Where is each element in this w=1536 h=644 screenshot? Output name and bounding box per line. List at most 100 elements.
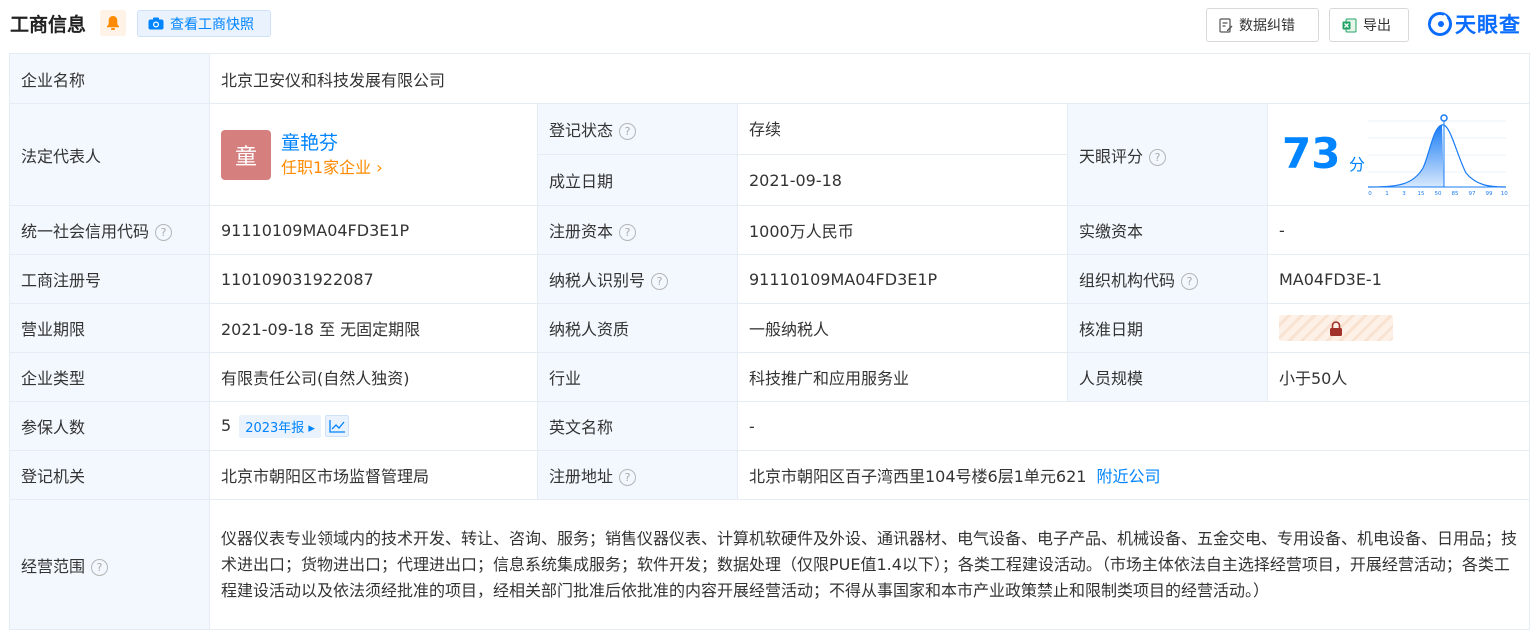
founded-value: 2021-09-18 (737, 154, 1068, 206)
help-icon[interactable]: ? (1181, 273, 1199, 290)
org-code-value: MA04FD3E-1 (1266, 254, 1531, 304)
company-type-label: 企业类型 (9, 352, 210, 402)
capital-label: 注册资本 (549, 222, 614, 241)
term-value: 2021-09-18 至 无固定期限 (209, 303, 538, 353)
score-tick-label: 50 (1435, 191, 1442, 197)
legal-rep-name[interactable]: 童艳芬 (281, 130, 383, 156)
status-label-cell: 登记状态? (537, 103, 738, 155)
table-row: 企业名称 北京卫安仪和科技发展有限公司 (9, 53, 1531, 104)
paid-capital-label: 实缴资本 (1067, 205, 1268, 255)
snapshot-label: 查看工商快照 (170, 16, 254, 33)
legal-rep-cell: 童 童艳芬 任职1家企业 › (209, 103, 538, 206)
org-code-label: 组织机构代码 (1079, 271, 1176, 290)
score-label-cell: 天眼评分? (1067, 103, 1268, 206)
table-row: 统一社会信用代码? 91110109MA04FD3E1P 注册资本? 1000万… (9, 205, 1531, 255)
scope-label-cell: 经营范围? (9, 499, 210, 630)
logo-eye-icon (1428, 12, 1452, 36)
insured-label: 参保人数 (9, 401, 210, 451)
legal-rep-positions-link[interactable]: 任职1家企业 › (281, 156, 383, 180)
legal-rep-label: 法定代表人 (9, 103, 210, 206)
score-distribution-chart: 0 1 3 15 50 85 97 99 100 (1368, 113, 1508, 197)
annual-report-tag[interactable]: 2023年报 ▸ (239, 414, 321, 438)
company-type-value: 有限责任公司(自然人独资) (209, 352, 538, 402)
bell-icon[interactable] (100, 10, 126, 36)
term-label: 营业期限 (9, 303, 210, 353)
taxpayer-id-value: 91110109MA04FD3E1P (737, 254, 1068, 304)
trend-chart-icon[interactable] (324, 415, 349, 437)
score-tick-label: 1 (1385, 191, 1389, 197)
staff-size-value: 小于50人 (1266, 352, 1531, 402)
score-value: 73 (1282, 128, 1341, 178)
status-label: 登记状态 (549, 121, 614, 140)
excel-icon (1342, 18, 1357, 32)
reg-no-label: 工商注册号 (9, 254, 210, 304)
avatar[interactable]: 童 (221, 129, 271, 180)
approve-date-label: 核准日期 (1067, 303, 1268, 353)
taxpayer-id-label-cell: 纳税人识别号? (537, 254, 738, 304)
table-row: 登记机关 北京市朝阳区市场监督管理局 注册地址? 北京市朝阳区百子湾西里104号… (9, 450, 1531, 500)
table-row: 工商注册号 110109031922087 纳税人识别号? 91110109MA… (9, 254, 1531, 304)
address-value: 北京市朝阳区百子湾西里104号楼6层1单元621 (749, 467, 1087, 486)
edit-doc-icon (1219, 17, 1233, 33)
score-tick-label: 3 (1402, 191, 1406, 197)
score-tick-label: 97 (1469, 191, 1476, 197)
authority-value: 北京市朝阳区市场监督管理局 (209, 450, 538, 500)
scope-value: 仪器仪表专业领域内的技术开发、转让、咨询、服务；销售仪器仪表、计算机软硬件及外设… (208, 499, 1531, 630)
table-row: 参保人数 5 2023年报 ▸ 英文名称 - (9, 401, 1531, 451)
help-icon[interactable]: ? (1149, 148, 1167, 166)
address-label-cell: 注册地址? (537, 450, 738, 500)
credit-code-value: 91110109MA04FD3E1P (209, 205, 538, 255)
credit-code-label: 统一社会信用代码 (21, 222, 150, 241)
staff-size-label: 人员规模 (1067, 352, 1268, 402)
address-cell: 北京市朝阳区百子湾西里104号楼6层1单元621 附近公司 (736, 450, 1531, 500)
business-info-table: 企业名称 北京卫安仪和科技发展有限公司 法定代表人 童 童艳芬 任职1家企业 ›… (9, 53, 1531, 630)
correct-label: 数据纠错 (1239, 18, 1295, 34)
help-icon[interactable]: ? (619, 123, 637, 140)
top-bar: 工商信息 查看工商快照 数据纠错 导出 天眼查 (0, 0, 1536, 48)
score-tick-label: 100 (1501, 191, 1508, 197)
table-row: 法定代表人 童 童艳芬 任职1家企业 › 登记状态? 存续 天眼评分? 73 分 (9, 103, 1531, 206)
score-tick-label: 85 (1452, 191, 1459, 197)
logo-text: 天眼查 (1455, 13, 1521, 37)
help-icon[interactable]: ? (619, 224, 637, 241)
authority-label: 登记机关 (9, 450, 210, 500)
table-row: 企业类型 有限责任公司(自然人独资) 行业 科技推广和应用服务业 人员规模 小于… (9, 352, 1531, 402)
insured-value: 5 (221, 415, 232, 435)
help-icon[interactable]: ? (91, 558, 109, 576)
tianyancha-logo: 天眼查 (1428, 9, 1521, 39)
tax-qual-value: 一般纳税人 (737, 303, 1068, 353)
score-unit: 分 (1349, 154, 1366, 174)
taxpayer-id-label: 纳税人识别号 (549, 271, 646, 290)
export-label: 导出 (1363, 18, 1391, 34)
tax-qual-label: 纳税人资质 (537, 303, 738, 353)
score-label: 天眼评分 (1079, 146, 1144, 166)
company-name-label: 企业名称 (9, 53, 210, 104)
scope-label: 经营范围 (21, 556, 86, 576)
nearby-companies-link[interactable]: 附近公司 (1096, 467, 1160, 486)
help-icon[interactable]: ? (155, 224, 173, 241)
locked-value[interactable] (1279, 315, 1393, 341)
help-icon[interactable]: ? (651, 273, 669, 290)
lock-icon (1330, 320, 1342, 336)
correct-button[interactable]: 数据纠错 (1206, 8, 1319, 42)
english-name-value: - (736, 401, 1531, 451)
snapshot-button[interactable]: 查看工商快照 (137, 10, 271, 37)
credit-code-label-cell: 统一社会信用代码? (9, 205, 210, 255)
industry-value: 科技推广和应用服务业 (737, 352, 1068, 402)
address-label: 注册地址 (549, 467, 614, 486)
score-cell[interactable]: 73 分 0 1 3 15 50 85 97 99 10 (1266, 103, 1531, 206)
org-code-label-cell: 组织机构代码? (1067, 254, 1268, 304)
help-icon[interactable]: ? (619, 469, 637, 486)
founded-label: 成立日期 (537, 154, 738, 206)
table-row: 营业期限 2021-09-18 至 无固定期限 纳税人资质 一般纳税人 核准日期 (9, 303, 1531, 353)
export-button[interactable]: 导出 (1329, 8, 1409, 42)
reg-no-value: 110109031922087 (209, 254, 538, 304)
section-title: 工商信息 (10, 14, 87, 36)
score-tick-label: 15 (1418, 191, 1425, 197)
score-tick-label: 99 (1486, 191, 1493, 197)
industry-label: 行业 (537, 352, 738, 402)
capital-label-cell: 注册资本? (537, 205, 738, 255)
score-tick-label: 0 (1368, 191, 1372, 197)
camera-icon (148, 17, 164, 30)
paid-capital-value: - (1266, 205, 1531, 255)
